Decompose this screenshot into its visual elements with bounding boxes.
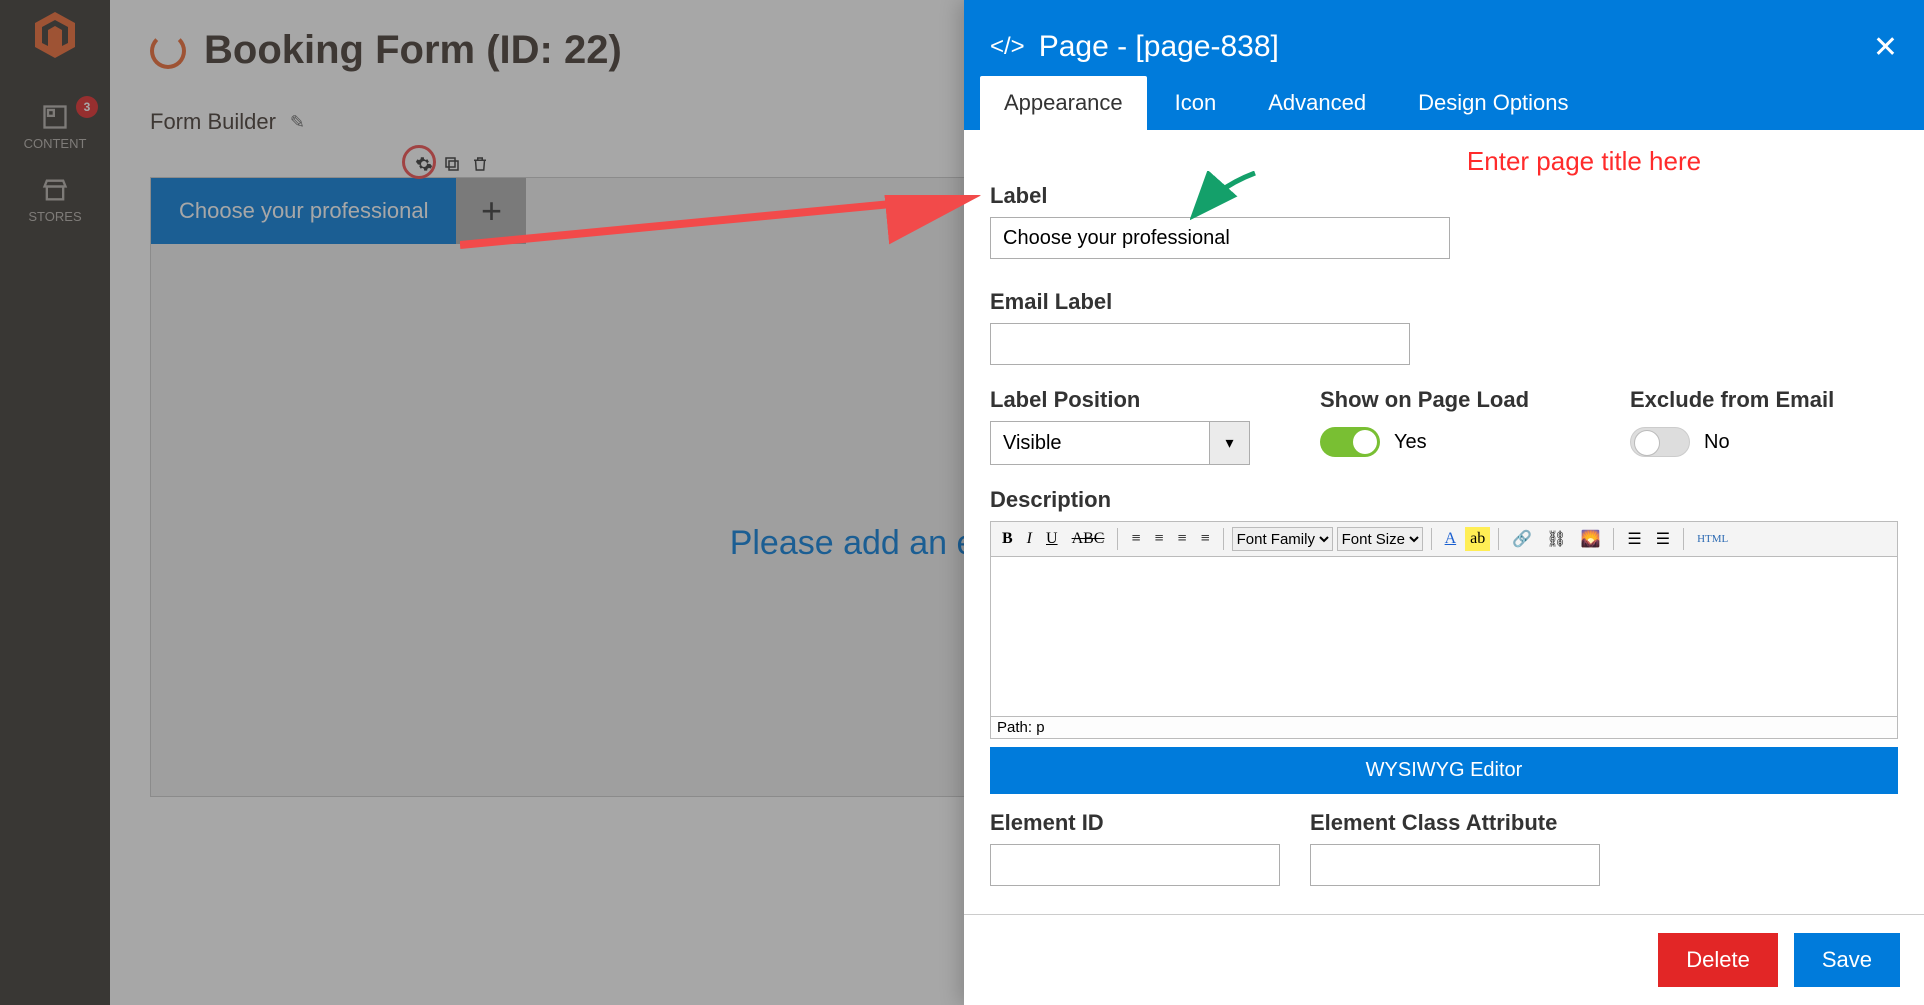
panel-body: Enter page title here Label Email Label … — [964, 130, 1924, 914]
align-right-icon[interactable]: ≡ — [1173, 527, 1192, 551]
label-position-value: Visible — [990, 421, 1210, 465]
show-on-load-toggle[interactable] — [1320, 427, 1380, 457]
font-size-select[interactable]: Font Size — [1337, 527, 1423, 551]
label-element-class: Element Class Attribute — [1310, 810, 1600, 836]
bold-icon[interactable]: B — [997, 527, 1018, 551]
close-icon[interactable]: ✕ — [1873, 30, 1898, 65]
align-justify-icon[interactable]: ≡ — [1196, 527, 1215, 551]
label-label: Label — [990, 183, 1450, 209]
save-button[interactable]: Save — [1794, 933, 1900, 987]
link-icon[interactable]: 🔗 — [1507, 526, 1537, 552]
element-id-input[interactable] — [990, 844, 1280, 886]
panel-tabs: Appearance Icon Advanced Design Options — [964, 76, 1924, 130]
description-editor[interactable] — [990, 557, 1898, 717]
settings-panel: </> Page - [page-838] ✕ Appearance Icon … — [964, 0, 1924, 1005]
underline-icon[interactable]: U — [1041, 527, 1063, 551]
code-icon: </> — [990, 33, 1025, 61]
panel-footer: Delete Save — [964, 914, 1924, 1005]
html-icon[interactable]: HTML — [1692, 530, 1733, 548]
image-icon[interactable]: 🌄 — [1576, 526, 1606, 552]
align-left-icon[interactable]: ≡ — [1126, 527, 1145, 551]
panel-header: </> Page - [page-838] ✕ — [964, 0, 1924, 76]
delete-button[interactable]: Delete — [1658, 933, 1778, 987]
label-element-id: Element ID — [990, 810, 1280, 836]
editor-path: Path: p — [990, 717, 1898, 739]
tab-appearance[interactable]: Appearance — [980, 76, 1147, 130]
element-class-input[interactable] — [1310, 844, 1600, 886]
exclude-email-toggle[interactable] — [1630, 427, 1690, 457]
label-exclude-email: Exclude from Email — [1630, 387, 1834, 413]
italic-icon[interactable]: I — [1022, 527, 1037, 551]
label-description: Description — [990, 487, 1898, 513]
exclude-email-value: No — [1704, 431, 1730, 454]
text-color-icon[interactable]: A — [1440, 527, 1462, 551]
wysiwyg-editor-button[interactable]: WYSIWYG Editor — [990, 747, 1898, 794]
strikethrough-icon[interactable]: ABC — [1067, 527, 1110, 551]
tab-advanced[interactable]: Advanced — [1244, 76, 1390, 130]
highlight-icon[interactable]: ab — [1465, 527, 1490, 551]
email-label-input[interactable] — [990, 323, 1410, 365]
align-center-icon[interactable]: ≡ — [1150, 527, 1169, 551]
label-label-position: Label Position — [990, 387, 1290, 413]
label-input[interactable] — [990, 217, 1450, 259]
editor-toolbar: B I U ABC ≡ ≡ ≡ ≡ Font Family Font Size … — [990, 521, 1898, 557]
number-list-icon[interactable]: ☰ — [1651, 526, 1675, 552]
font-family-select[interactable]: Font Family — [1232, 527, 1333, 551]
unlink-icon[interactable]: ⛓ — [1541, 526, 1571, 552]
show-on-load-value: Yes — [1394, 431, 1427, 454]
tab-design-options[interactable]: Design Options — [1394, 76, 1592, 130]
panel-title: Page - [page-838] — [1039, 30, 1279, 64]
tab-icon[interactable]: Icon — [1151, 76, 1241, 130]
chevron-down-icon: ▾ — [1210, 421, 1250, 465]
label-email-label: Email Label — [990, 289, 1410, 315]
bullet-list-icon[interactable]: ☰ — [1622, 526, 1646, 552]
annotation-red-text: Enter page title here — [1130, 146, 1924, 177]
label-position-select[interactable]: Visible ▾ — [990, 421, 1250, 465]
label-show-on-load: Show on Page Load — [1320, 387, 1600, 413]
